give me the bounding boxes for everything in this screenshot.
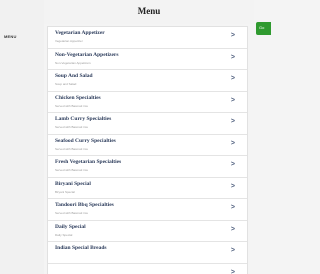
menu-item-name: Fresh Vegetarian Specialties [55,159,122,165]
menu-item-subtitle: Served with Basmati rice [55,103,89,108]
menu-item-fresh-vegetarian-specialties[interactable]: Fresh Vegetarian Specialties Served with… [48,156,247,178]
chevron-right-icon: > [230,182,235,190]
menu-item-subtitle: Biryani Special [55,189,75,194]
side-label: MENU [4,34,17,39]
menu-item-name: Vegetarian Appetizer [55,30,105,36]
menu-item-vegetarian-appetizer[interactable]: Vegetarian Appetizer Vegetarian Appetize… [48,27,247,49]
menu-item-subtitle: Served with Basmati rice [55,211,89,215]
menu-item-daily-special[interactable]: Daily Special Daily Special > [48,221,247,242]
chevron-right-icon: > [230,225,235,233]
menu-item-name: Tandoori Bbq Specialties [55,202,114,208]
menu-item-tandoori-bbq-specialties[interactable]: Tandoori Bbq Specialties Served with Bas… [48,199,247,221]
menu-item-name: Soup And Salad [55,73,93,79]
menu-item-subtitle: Daily Special [55,232,73,237]
menu-item-subtitle: Non-Vegetarian Appetizers [55,60,91,65]
menu-item-name: Lamb Curry Specialties [55,116,112,122]
chevron-right-icon: > [230,247,235,254]
menu-item-indian-special-breads[interactable]: Indian Special Breads > [48,242,247,264]
menu-item-subtitle: Served with Basmati rice [55,168,89,172]
page-title: Menu [137,6,161,16]
chevron-right-icon: > [230,139,235,147]
chevron-right-icon: > [230,32,235,39]
menu-item-name: Seafood Curry Specialties [55,137,116,144]
menu-item-lamb-curry-specialties[interactable]: Lamb Curry Specialties Served with Basma… [48,113,247,135]
menu-item-subtitle: Served with Basmati rice [55,125,89,129]
menu-item-name: Chicken Specialties [55,94,101,101]
chevron-right-icon: > [230,53,235,61]
left-panel: MENU [0,0,44,274]
chevron-right-icon: > [230,96,235,104]
menu-item-subtitle: Served with Basmati rice [55,146,89,151]
go-button[interactable]: Go [256,22,271,35]
menu-item-subtitle: Vegetarian Appetizer [55,39,83,43]
chevron-right-icon: > [230,118,235,125]
chevron-right-icon: > [230,75,235,82]
menu-item-name: Daily Special [55,223,86,230]
chevron-right-icon: > [230,204,235,211]
menu-item-name: Non-Vegetarian Appetizers [55,51,119,58]
menu-item-name: Indian Special Breads [55,245,107,251]
go-button-label: Go [259,25,265,30]
menu-item-non-vegetarian-appetizers[interactable]: Non-Vegetarian Appetizers Non-Vegetarian… [48,49,247,70]
menu-item-chicken-specialties[interactable]: Chicken Specialties Served with Basmati … [48,92,247,113]
menu-item-name: Biryani Special [55,180,91,187]
menu-item-subtitle: Soup and Salad [55,82,77,86]
menu-item-soup-and-salad[interactable]: Soup And Salad Soup and Salad > [48,70,247,92]
menu-item-seafood-curry-specialties[interactable]: Seafood Curry Specialties Served with Ba… [48,135,247,156]
menu-list: Vegetarian Appetizer Vegetarian Appetize… [47,26,248,274]
top-bar: Menu [44,0,254,24]
menu-item-partial[interactable]: > [48,264,247,274]
menu-item-biryani-special[interactable]: Biryani Special Biryani Special > [48,178,247,199]
chevron-right-icon: > [230,161,235,168]
chevron-right-icon: > [230,268,235,274]
